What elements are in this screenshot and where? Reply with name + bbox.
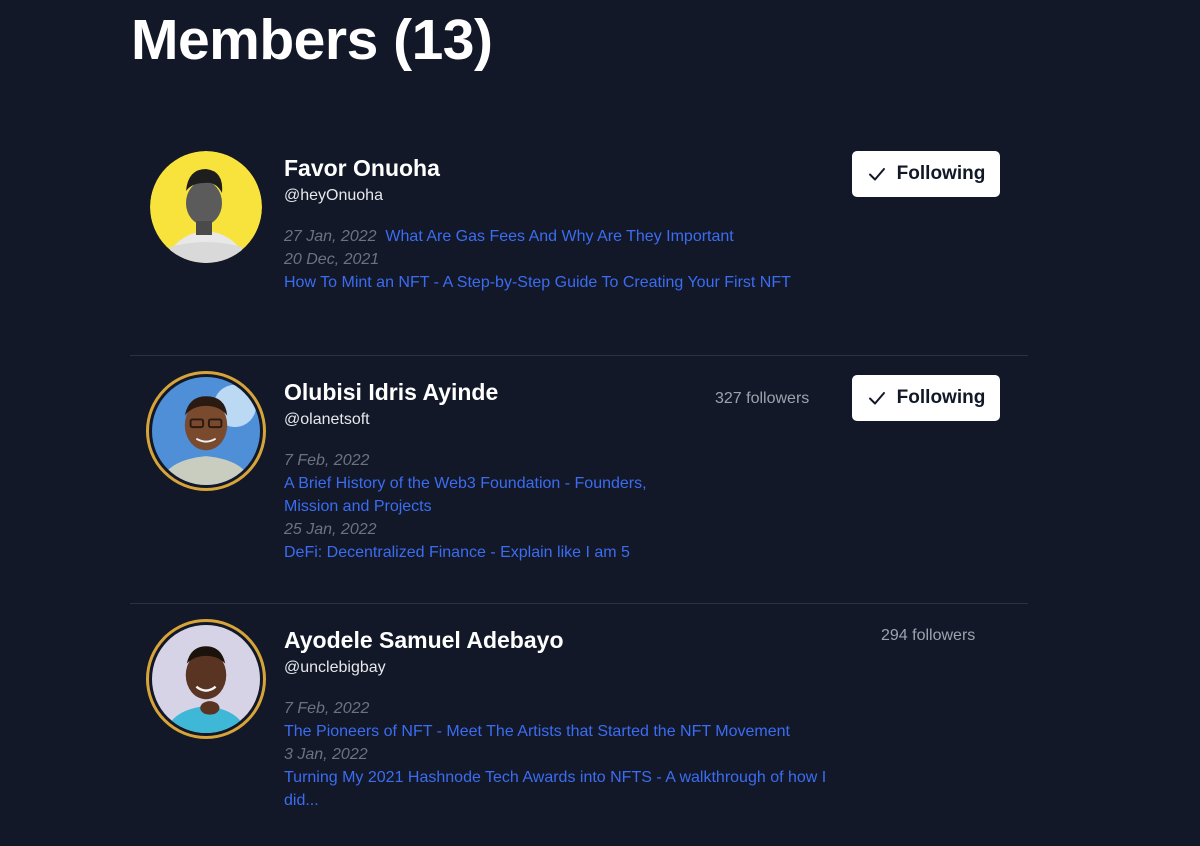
recent-posts: 27 Jan, 2022 What Are Gas Fees And Why A… — [284, 225, 844, 294]
avatar-image — [152, 625, 260, 733]
post-date: 25 Jan, 2022 — [284, 521, 377, 538]
avatar-image — [152, 377, 260, 485]
following-button[interactable]: Following — [852, 375, 1000, 421]
member-name[interactable]: Favor Onuoha — [284, 154, 440, 182]
post-link[interactable]: How To Mint an NFT - A Step-by-Step Guid… — [284, 274, 791, 291]
member-name[interactable]: Ayodele Samuel Adebayo — [284, 626, 564, 654]
followers-count: 327 followers — [715, 390, 810, 407]
post-link[interactable]: The Pioneers of NFT - Meet The Artists t… — [284, 723, 790, 740]
member-card: Ayodele Samuel Adebayo @unclebigbay 294 … — [130, 619, 1028, 822]
member-handle[interactable]: @heyOnuoha — [284, 186, 383, 206]
post-date: 7 Feb, 2022 — [284, 700, 370, 717]
avatar-image — [150, 151, 262, 263]
members-page: Members (13) Favor Onuoha @heyOnuoha 27 … — [0, 0, 1200, 846]
divider — [130, 603, 1028, 604]
recent-posts: 7 Feb, 2022 The Pioneers of NFT - Meet T… — [284, 697, 844, 812]
check-icon — [868, 392, 885, 405]
page-title: Members (13) — [131, 8, 493, 72]
post-link[interactable]: DeFi: Decentralized Finance - Explain li… — [284, 544, 630, 561]
member-card: Favor Onuoha @heyOnuoha 27 Jan, 2022 Wha… — [130, 150, 1028, 330]
member-card: Olubisi Idris Ayinde @olanetsoft 327 fol… — [130, 371, 1028, 574]
post-date: 20 Dec, 2021 — [284, 251, 380, 268]
member-handle[interactable]: @unclebigbay — [284, 658, 386, 678]
member-name[interactable]: Olubisi Idris Ayinde — [284, 378, 498, 406]
following-button[interactable]: Following — [852, 151, 1000, 197]
divider — [130, 355, 1028, 356]
post-date: 7 Feb, 2022 — [284, 452, 370, 469]
post-date: 27 Jan, 2022 — [284, 228, 377, 245]
avatar[interactable] — [146, 619, 266, 739]
check-icon — [868, 168, 885, 181]
avatar[interactable] — [150, 151, 262, 263]
recent-posts: 7 Feb, 2022 A Brief History of the Web3 … — [284, 449, 704, 564]
followers-count: 294 followers — [881, 627, 976, 644]
post-link[interactable]: Turning My 2021 Hashnode Tech Awards int… — [284, 769, 826, 809]
avatar[interactable] — [146, 371, 266, 491]
post-date: 3 Jan, 2022 — [284, 746, 368, 763]
following-button-label: Following — [896, 387, 986, 408]
following-button-label: Following — [896, 163, 986, 184]
post-link[interactable]: A Brief History of the Web3 Foundation -… — [284, 475, 647, 515]
post-link[interactable]: What Are Gas Fees And Why Are They Impor… — [385, 228, 733, 245]
member-handle[interactable]: @olanetsoft — [284, 410, 370, 430]
